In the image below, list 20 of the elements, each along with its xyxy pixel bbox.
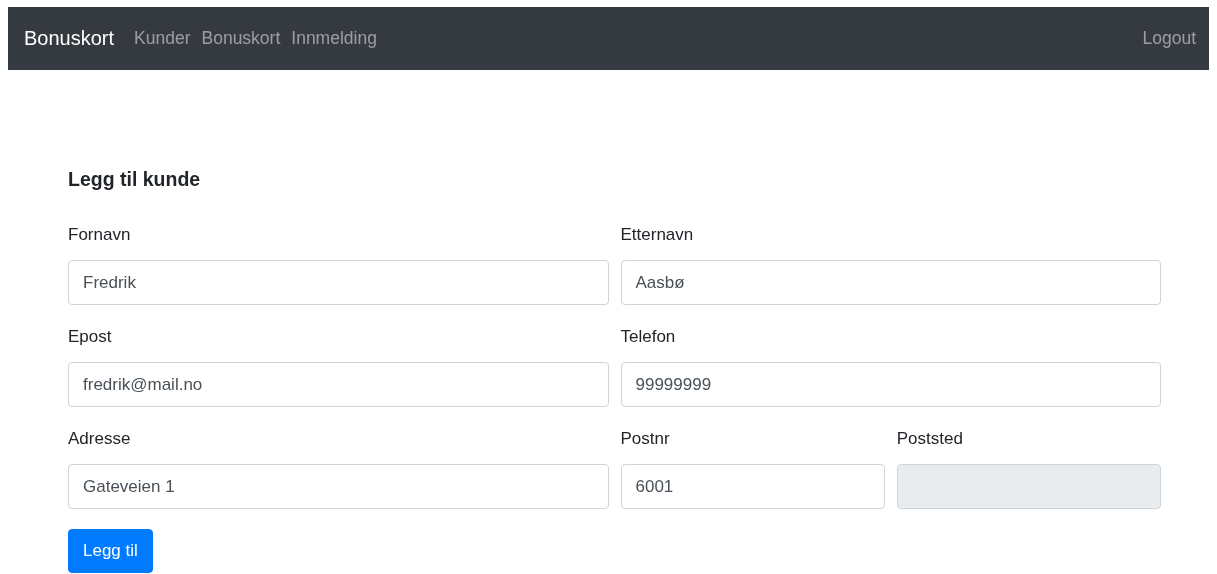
field-label: Postnr: [620, 428, 670, 450]
field-label: Epost: [68, 326, 112, 348]
input-field[interactable]: Fredrik: [68, 260, 609, 305]
input-field[interactable]: 6001: [620, 464, 885, 509]
field-label: Fornavn: [68, 224, 131, 246]
input-field[interactable]: Gateveien 1: [68, 464, 609, 509]
field-label: Poststed: [896, 428, 963, 450]
nav-link[interactable]: Bonuskort: [201, 28, 281, 49]
add-button[interactable]: Legg til: [68, 529, 153, 573]
field-label: Etternavn: [620, 224, 694, 246]
nav-link[interactable]: Kunder: [134, 28, 191, 49]
input-field[interactable]: 99999999: [620, 362, 1161, 407]
form-title: Legg til kunde: [68, 167, 202, 191]
field-label: Adresse: [68, 428, 131, 450]
logout-link[interactable]: Logout: [1142, 28, 1196, 49]
brand-link[interactable]: Bonuskort: [24, 27, 115, 50]
input-field[interactable]: fredrik@mail.no: [68, 362, 609, 407]
input-field[interactable]: Aasbø: [620, 260, 1161, 305]
field-label: Telefon: [620, 326, 676, 348]
nav-link[interactable]: Innmelding: [291, 28, 377, 49]
